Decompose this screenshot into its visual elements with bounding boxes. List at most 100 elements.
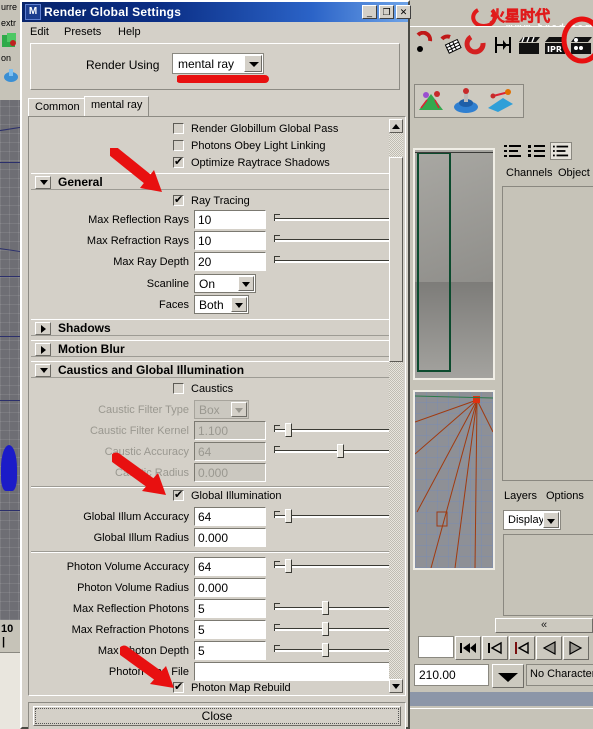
tab-common[interactable]: Common bbox=[28, 98, 87, 116]
field-global-illum-accuracy[interactable]: 64 bbox=[194, 507, 266, 526]
menu-presets[interactable]: Presets bbox=[60, 25, 105, 39]
chevron-right-icon[interactable] bbox=[35, 322, 51, 335]
section-header-motion-blur[interactable]: Motion Blur bbox=[31, 340, 389, 357]
tab-options[interactable]: Options bbox=[546, 490, 584, 502]
slider-max-refraction-photons[interactable] bbox=[274, 621, 391, 637]
slider-max-photon-depth[interactable] bbox=[274, 642, 391, 658]
tool-settings-icon[interactable] bbox=[550, 142, 572, 160]
chevron-down-icon[interactable] bbox=[543, 512, 559, 528]
combo-faces[interactable]: Both bbox=[194, 295, 249, 314]
magnet-icon[interactable] bbox=[464, 31, 490, 59]
menu-help[interactable]: Help bbox=[114, 25, 145, 39]
settings-scroll-view[interactable]: Render Globillum Global Pass Photons Obe… bbox=[31, 119, 391, 693]
render-settings-icon[interactable] bbox=[568, 31, 593, 59]
left-tab-2[interactable]: extr bbox=[1, 18, 21, 28]
rigid-body-icon[interactable] bbox=[451, 88, 481, 115]
scroll-down-button[interactable] bbox=[389, 679, 403, 693]
tab-mental-ray[interactable]: mental ray bbox=[84, 96, 150, 116]
tab-channels[interactable]: Channels bbox=[506, 167, 552, 179]
rigid-body-shelf-icon-left[interactable] bbox=[1, 66, 21, 86]
dialog-title-bar[interactable]: M Render Global Settings _ ❐ ✕ bbox=[22, 2, 411, 22]
field-photon-map-file[interactable] bbox=[194, 662, 391, 681]
render-using-combo[interactable]: mental ray bbox=[172, 53, 264, 74]
character-set-label[interactable]: No Character bbox=[526, 664, 593, 686]
field-max-photon-depth[interactable]: 5 bbox=[194, 641, 266, 660]
slider-max-ray-depth[interactable] bbox=[274, 253, 391, 269]
play-backwards-icon[interactable] bbox=[536, 636, 562, 660]
tab-object[interactable]: Object bbox=[558, 167, 590, 179]
field-photon-volume-accuracy[interactable]: 64 bbox=[194, 557, 266, 576]
perspective-viewport[interactable] bbox=[413, 148, 495, 380]
slider-photon-volume-accuracy[interactable] bbox=[274, 558, 391, 574]
scrollbar-thumb[interactable] bbox=[389, 157, 403, 362]
field-max-refraction-photons[interactable]: 5 bbox=[194, 620, 266, 639]
checkbox-render-globillum-global-pass[interactable] bbox=[173, 123, 184, 134]
layer-editor-body[interactable] bbox=[503, 534, 593, 616]
left-viewport-sliver[interactable] bbox=[0, 100, 22, 620]
snap-to-grid-icon[interactable] bbox=[438, 31, 464, 59]
channel-box-icon[interactable] bbox=[502, 142, 524, 160]
checkbox-caustics[interactable] bbox=[173, 383, 184, 394]
left-tab-3[interactable]: on bbox=[1, 53, 21, 63]
section-header-general[interactable]: General bbox=[31, 173, 389, 190]
combo-scanline[interactable]: On bbox=[194, 274, 256, 293]
checkbox-ray-tracing[interactable] bbox=[173, 193, 184, 206]
attribute-editor-icon[interactable] bbox=[526, 142, 548, 160]
divider-gi bbox=[31, 486, 389, 488]
step-back-frame-icon[interactable] bbox=[509, 636, 535, 660]
field-max-ray-depth[interactable]: 20 bbox=[194, 252, 266, 271]
chevron-down-icon[interactable] bbox=[244, 55, 262, 72]
chevron-down-icon[interactable] bbox=[35, 364, 51, 377]
label-caustic-filter-kernel: Caustic Filter Kernel bbox=[89, 425, 189, 437]
field-global-illum-radius[interactable]: 0.000 bbox=[194, 528, 266, 547]
play-forwards-icon[interactable] bbox=[563, 636, 589, 660]
slider-global-illum-accuracy[interactable] bbox=[274, 508, 391, 524]
character-set-dropdown-button[interactable] bbox=[492, 664, 524, 688]
checkbox-photons-obey-light-linking[interactable] bbox=[173, 140, 184, 151]
slider-max-reflection-rays[interactable] bbox=[274, 211, 391, 227]
checkbox-optimize-raytrace-shadows[interactable] bbox=[173, 155, 184, 168]
section-header-shadows[interactable]: Shadows bbox=[31, 319, 389, 336]
field-max-reflection-photons[interactable]: 5 bbox=[194, 599, 266, 618]
slider-max-reflection-photons[interactable] bbox=[274, 600, 391, 616]
snap-to-point-icon[interactable] bbox=[490, 31, 516, 59]
menu-edit[interactable]: Edit bbox=[26, 25, 53, 39]
soft-body-icon[interactable] bbox=[417, 88, 447, 115]
field-max-reflection-rays[interactable]: 10 bbox=[194, 210, 266, 229]
collapse-bar[interactable]: « bbox=[495, 618, 593, 633]
constraint-icon[interactable] bbox=[485, 88, 515, 115]
chevron-down-icon[interactable] bbox=[35, 176, 51, 189]
chevron-right-icon[interactable] bbox=[35, 343, 51, 356]
settings-vertical-scrollbar[interactable] bbox=[389, 119, 403, 693]
left-tab-1[interactable]: urre bbox=[1, 2, 21, 12]
playback-field[interactable] bbox=[418, 636, 454, 658]
section-header-caustics-gi[interactable]: Caustics and Global Illumination bbox=[31, 361, 389, 378]
slider-max-refraction-rays[interactable] bbox=[274, 232, 391, 248]
channel-box-body[interactable] bbox=[502, 186, 593, 481]
magnet-snap-icon[interactable] bbox=[412, 30, 438, 59]
close-window-button[interactable]: ✕ bbox=[396, 5, 411, 19]
checkbox-photon-map-rebuild[interactable] bbox=[173, 680, 184, 693]
tab-layers[interactable]: Layers bbox=[504, 490, 537, 502]
step-back-key-icon[interactable] bbox=[482, 636, 508, 660]
current-time-field[interactable]: 210.00 bbox=[414, 664, 489, 686]
maximize-button[interactable]: ❐ bbox=[379, 5, 394, 19]
field-max-refraction-rays[interactable]: 10 bbox=[194, 231, 266, 250]
render-clapper-icon[interactable] bbox=[516, 31, 542, 59]
close-button[interactable]: Close bbox=[33, 706, 401, 726]
chevron-down-icon[interactable] bbox=[238, 276, 254, 291]
scroll-up-button[interactable] bbox=[389, 119, 403, 133]
maya-shelf-row bbox=[414, 84, 524, 118]
go-to-start-icon[interactable] bbox=[455, 636, 481, 660]
minimize-button[interactable]: _ bbox=[362, 5, 377, 19]
ipr-render-icon[interactable]: IPR bbox=[542, 31, 568, 59]
dialog-tab-strip: Common mental ray bbox=[26, 96, 408, 116]
soft-body-shelf-icon-left[interactable] bbox=[0, 31, 20, 51]
render-global-settings-dialog[interactable]: M Render Global Settings _ ❐ ✕ Edit Pres… bbox=[20, 0, 411, 729]
checkbox-global-illumination[interactable] bbox=[173, 488, 184, 501]
field-photon-volume-radius[interactable]: 0.000 bbox=[194, 578, 266, 597]
top-viewport[interactable] bbox=[413, 390, 495, 570]
chevron-down-icon[interactable] bbox=[231, 297, 247, 312]
layer-display-mode-combo[interactable]: Display bbox=[503, 510, 561, 530]
settings-panel: Render Globillum Global Pass Photons Obe… bbox=[28, 116, 406, 696]
